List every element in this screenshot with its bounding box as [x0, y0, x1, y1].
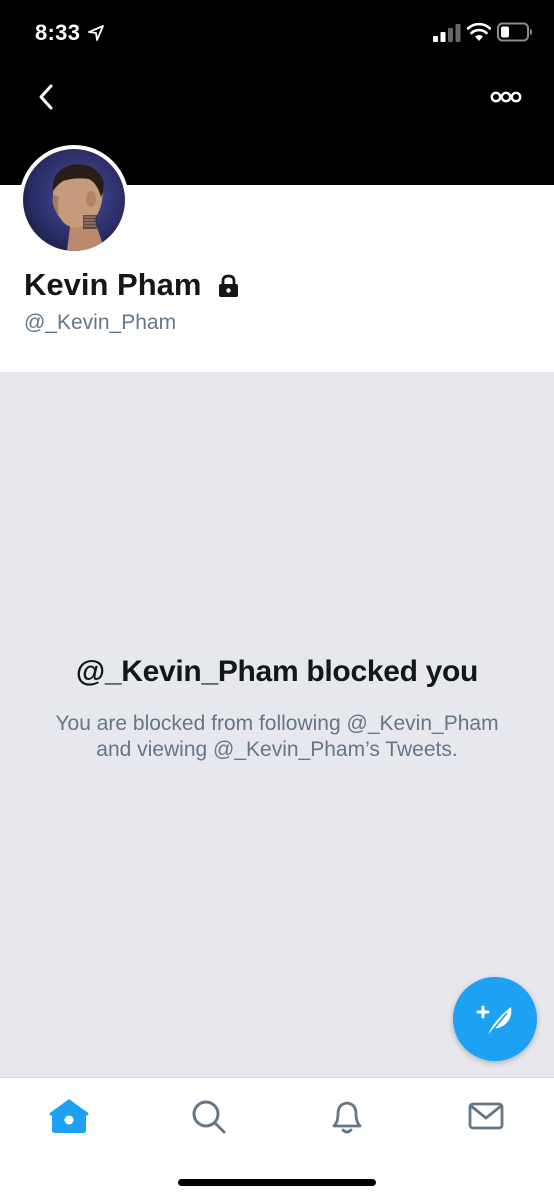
blocked-message: You are blocked from following @_Kevin_P…: [55, 712, 499, 761]
more-options-icon[interactable]: [489, 84, 523, 110]
status-bar: 8:33: [0, 0, 554, 66]
blocked-notice-panel: @_Kevin_Pham blocked you You are blocked…: [0, 372, 554, 1077]
compose-tweet-button[interactable]: [453, 977, 537, 1061]
protected-lock-icon: [219, 274, 238, 297]
avatar-photo: [23, 149, 125, 251]
cellular-signal-icon: [433, 24, 461, 42]
profile-name: Kevin Pham: [24, 267, 202, 302]
home-icon[interactable]: [47, 1094, 91, 1138]
status-time: 8:33: [35, 20, 81, 45]
home-indicator[interactable]: [178, 1179, 376, 1186]
compose-feather-icon: [476, 1005, 512, 1038]
avatar[interactable]: [19, 145, 129, 255]
wifi-icon: [467, 22, 491, 41]
profile-handle: @_Kevin_Pham: [24, 311, 177, 334]
notifications-bell-icon[interactable]: [325, 1094, 369, 1138]
location-arrow-icon: [88, 25, 104, 41]
back-chevron-icon[interactable]: [30, 80, 64, 114]
blocked-title: @_Kevin_Pham blocked you: [75, 655, 479, 688]
search-icon[interactable]: [186, 1094, 230, 1138]
battery-icon: [497, 22, 532, 42]
messages-envelope-icon[interactable]: [464, 1094, 508, 1138]
